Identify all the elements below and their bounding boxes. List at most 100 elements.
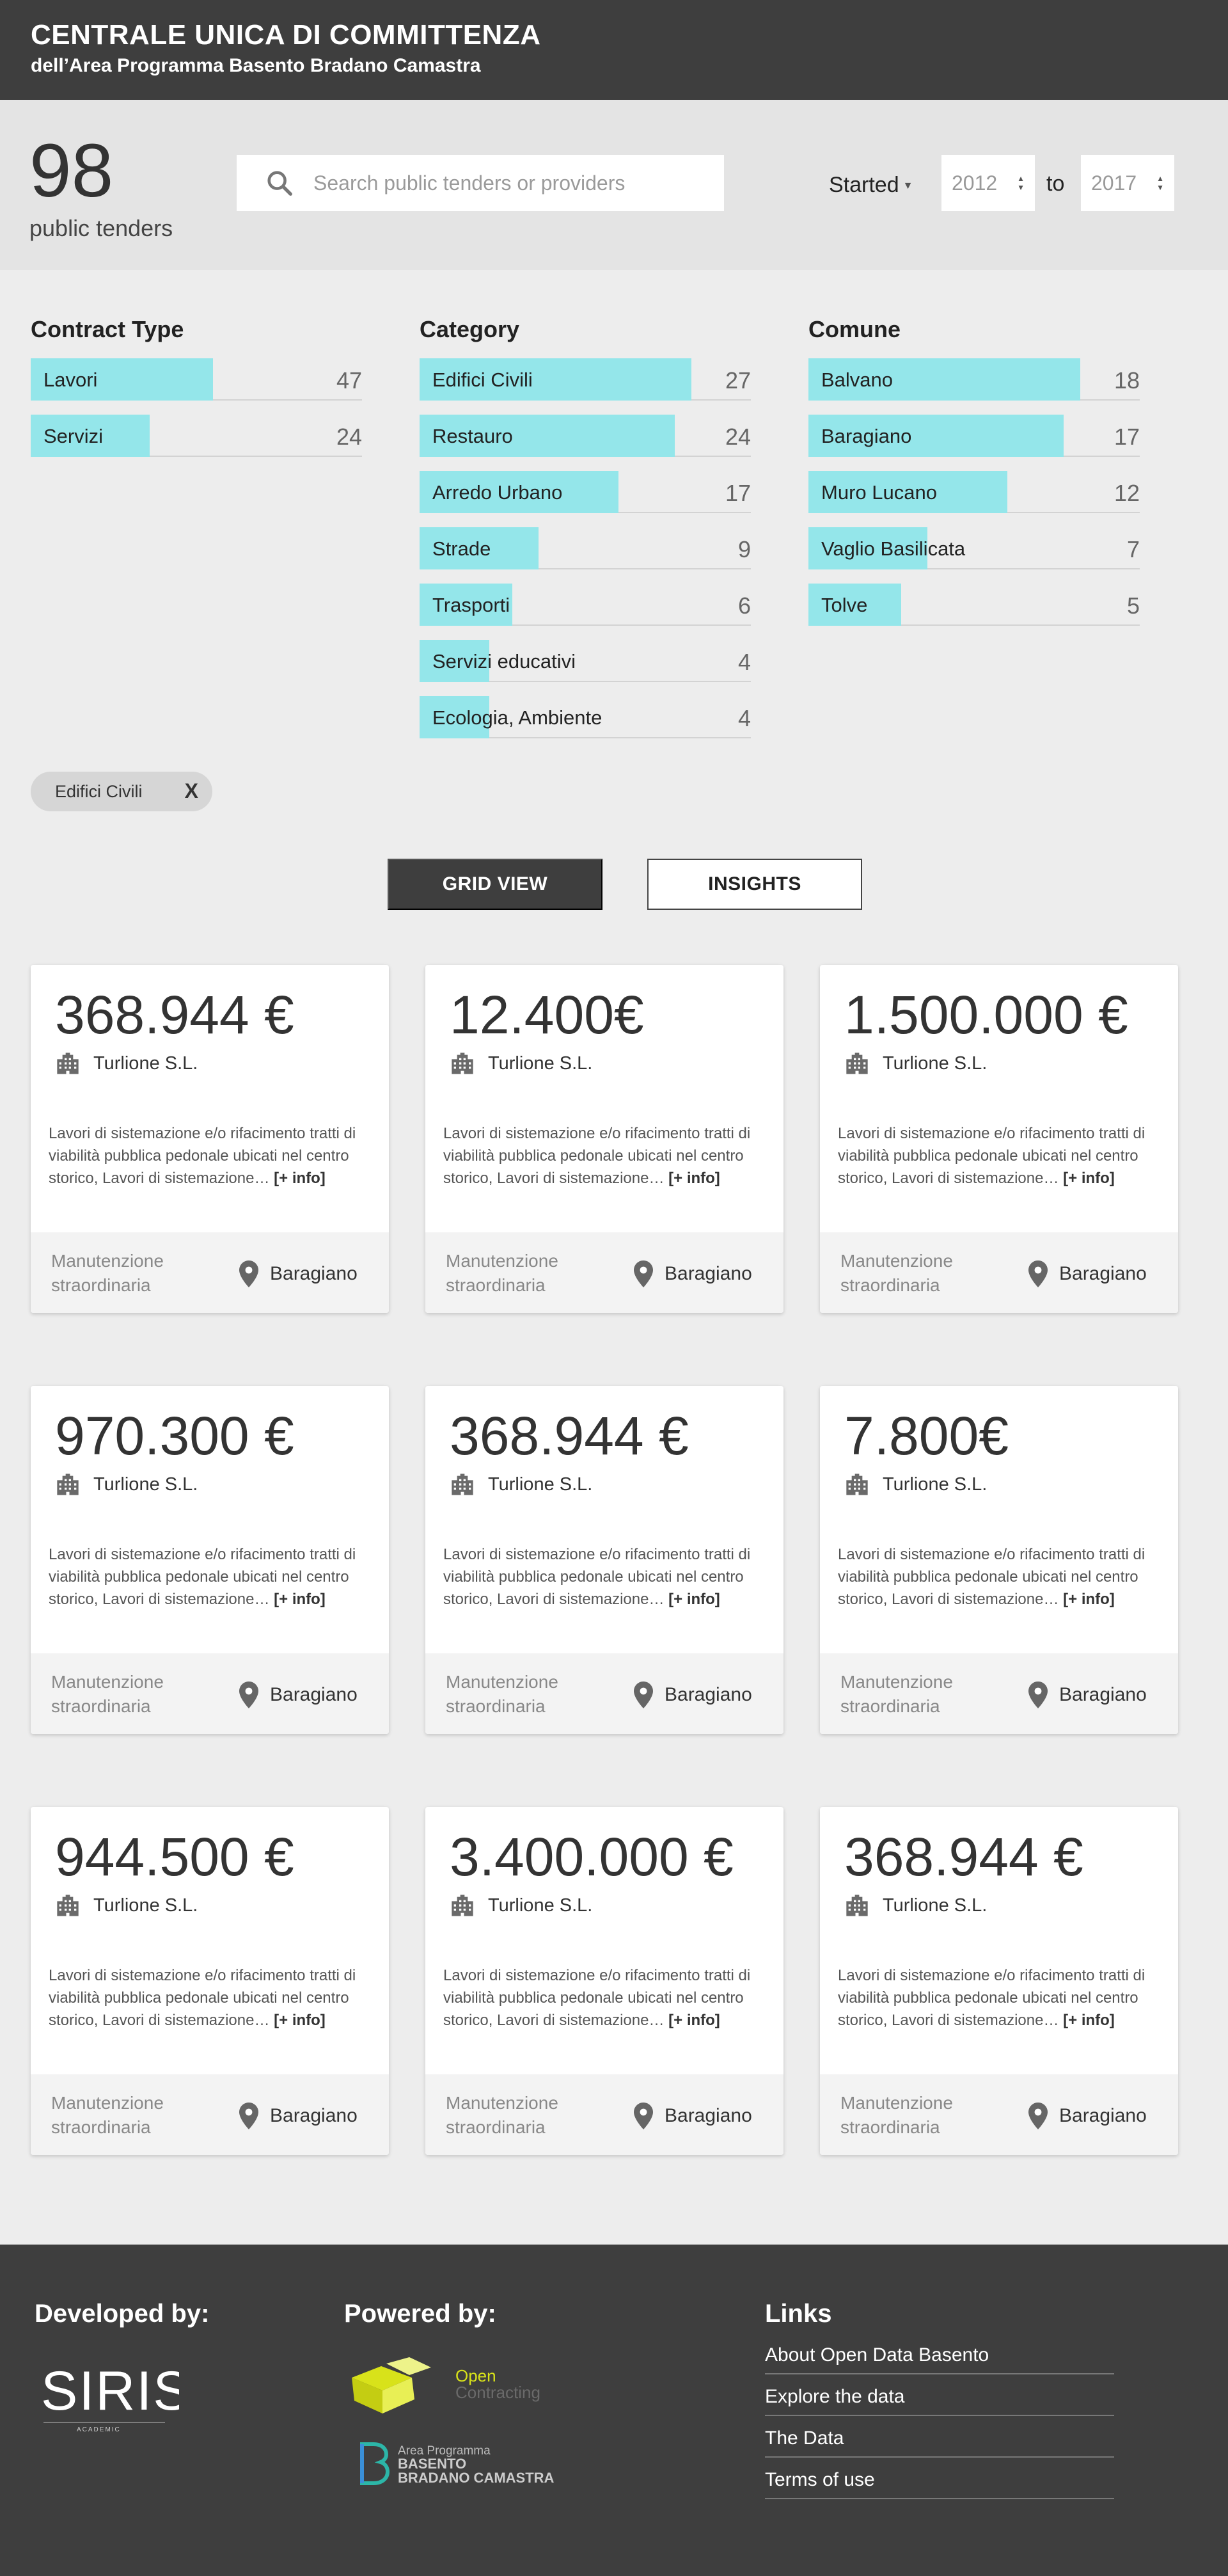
facet-option[interactable]: Arredo Urbano 17: [420, 471, 751, 513]
siris-logo[interactable]: SIRIS ACADEMIC: [38, 2360, 179, 2437]
tender-location: Baragiano: [634, 1260, 752, 1287]
facet-option-label: Servizi educativi: [432, 650, 576, 672]
tender-location: Baragiano: [634, 2103, 752, 2129]
facet-option-label: Vaglio Basilicata: [821, 537, 966, 560]
tender-amount: 368.944 €: [55, 985, 294, 1045]
search-input[interactable]: [313, 171, 697, 195]
building-icon: [452, 1474, 473, 1495]
card-footer: Manutenzione straordinaria Baragiano: [820, 1653, 1178, 1734]
provider: Turlione S.L.: [450, 1051, 592, 1076]
facet-option[interactable]: Lavori 47: [31, 358, 362, 401]
to-year-select[interactable]: 2017 ▲ ▼: [1081, 155, 1174, 211]
facet-category: Category Edifici Civili 27 Restauro 24 Arred…: [420, 316, 751, 752]
tender-amount: 3.400.000 €: [450, 1827, 734, 1887]
footer-link-explore[interactable]: Explore the data: [765, 2374, 1114, 2416]
insights-button[interactable]: INSIGHTS: [647, 859, 862, 910]
facet-option[interactable]: Edifici Civili 27: [420, 358, 751, 401]
location-pin-icon: [634, 2103, 653, 2129]
more-info-link[interactable]: [+ info]: [668, 1591, 720, 1608]
tender-card[interactable]: 3.400.000 € Turlione S.L. Lavori di sist…: [425, 1807, 783, 2155]
tender-location: Baragiano: [1028, 1682, 1147, 1708]
footer-link-about[interactable]: About Open Data Basento: [765, 2333, 1114, 2374]
stepper-arrows-icon: ▲ ▼: [1017, 174, 1025, 192]
more-info-link[interactable]: [+ info]: [274, 1170, 326, 1187]
facet-option-label: Muro Lucano: [821, 481, 937, 504]
remove-filter-button[interactable]: X: [185, 779, 198, 803]
tender-card[interactable]: 368.944 € Turlione S.L. Lavori di sistem…: [31, 965, 389, 1313]
provider-name: Turlione S.L.: [883, 1895, 988, 1916]
location-pin-icon: [239, 1682, 258, 1708]
more-info-link[interactable]: [+ info]: [1063, 1591, 1115, 1608]
location-name: Baragiano: [1059, 1684, 1147, 1705]
tender-amount: 368.944 €: [450, 1406, 689, 1466]
tender-location: Baragiano: [239, 2103, 358, 2129]
card-footer: Manutenzione straordinaria Baragiano: [820, 2074, 1178, 2155]
facet-option[interactable]: Servizi 24: [31, 415, 362, 457]
provider: Turlione S.L.: [844, 1893, 987, 1918]
more-info-link[interactable]: [+ info]: [1063, 1170, 1115, 1187]
more-info-link[interactable]: [+ info]: [668, 1170, 720, 1187]
facet-option[interactable]: Vaglio Basilicata 7: [808, 527, 1140, 569]
tender-card[interactable]: 1.500.000 € Turlione S.L. Lavori di sist…: [820, 965, 1178, 1313]
siris-logo-text: SIRIS: [41, 2360, 179, 2422]
developed-by-title: Developed by:: [35, 2300, 210, 2328]
more-info-link[interactable]: [+ info]: [274, 1591, 326, 1608]
card-footer: Manutenzione straordinaria Baragiano: [31, 1232, 389, 1313]
tender-description: Lavori di sistemazione e/o rifacimento t…: [838, 1964, 1164, 2031]
started-filter-dropdown[interactable]: Started ▼: [829, 173, 913, 198]
more-info-link[interactable]: [+ info]: [1063, 2012, 1115, 2029]
facet-option[interactable]: Baragiano 17: [808, 415, 1140, 457]
facet-option[interactable]: Trasporti 6: [420, 584, 751, 626]
facet-option-label: Arredo Urbano: [432, 481, 563, 504]
facet-option-count: 24: [725, 424, 751, 450]
tender-card[interactable]: 12.400€ Turlione S.L. Lavori di sistemaz…: [425, 965, 783, 1313]
tender-type: Manutenzione straordinaria: [840, 1251, 953, 1295]
footer-link-terms[interactable]: Terms of use: [765, 2458, 1114, 2499]
from-year-select[interactable]: 2012 ▲ ▼: [941, 155, 1035, 211]
from-year-value: 2012: [952, 171, 998, 195]
basento-bradano-camastra-logo[interactable]: Area Programma BASENTO BRADANO CAMASTRA: [359, 2440, 571, 2494]
location-name: Baragiano: [270, 1263, 358, 1284]
tender-description: Lavori di sistemazione e/o rifacimento t…: [443, 1964, 769, 2031]
more-info-link[interactable]: [+ info]: [274, 2012, 326, 2029]
grid-view-button[interactable]: GRID VIEW: [388, 859, 602, 910]
facet-option[interactable]: Strade 9: [420, 527, 751, 569]
facet-option[interactable]: Tolve 5: [808, 584, 1140, 626]
to-year-value: 2017: [1091, 171, 1137, 195]
facet-comune: Comune Balvano 18 Baragiano 17 Muro Lucano 12…: [808, 316, 1140, 640]
tender-location: Baragiano: [239, 1682, 358, 1708]
search-bar[interactable]: [237, 155, 724, 211]
facet-option[interactable]: Balvano 18: [808, 358, 1140, 401]
facet-option-count: 9: [737, 536, 751, 562]
more-info-link[interactable]: [+ info]: [668, 2012, 720, 2029]
facet-option-label: Edifici Civili: [432, 369, 533, 391]
building-icon: [846, 1053, 868, 1074]
card-footer: Manutenzione straordinaria Baragiano: [31, 1653, 389, 1734]
tender-card[interactable]: 944.500 € Turlione S.L. Lavori di sistem…: [31, 1807, 389, 2155]
building-icon: [57, 1053, 79, 1074]
tender-type: Manutenzione straordinaria: [51, 1251, 164, 1295]
tender-amount: 7.800€: [844, 1406, 1009, 1466]
facet-option[interactable]: Restauro 24: [420, 415, 751, 457]
tender-card[interactable]: 970.300 € Turlione S.L. Lavori di sistem…: [31, 1386, 389, 1734]
tender-description: Lavori di sistemazione e/o rifacimento t…: [443, 1543, 769, 1610]
tender-card[interactable]: 368.944 € Turlione S.L. Lavori di sistem…: [425, 1386, 783, 1734]
tender-card[interactable]: 368.944 € Turlione S.L. Lavori di sistem…: [820, 1807, 1178, 2155]
facet-option[interactable]: Muro Lucano 12: [808, 471, 1140, 513]
location-name: Baragiano: [1059, 2105, 1147, 2126]
facet-option[interactable]: Ecologia, Ambiente 4: [420, 696, 751, 738]
tender-card[interactable]: 7.800€ Turlione S.L. Lavori di sistemazi…: [820, 1386, 1178, 1734]
facet-option[interactable]: Servizi educativi 4: [420, 640, 751, 682]
to-label: to: [1046, 171, 1065, 196]
facet-option-count: 18: [1114, 367, 1140, 394]
facet-option-count: 4: [737, 705, 751, 731]
location-pin-icon: [634, 1260, 653, 1287]
tender-amount: 970.300 €: [55, 1406, 294, 1466]
tender-type: Manutenzione straordinaria: [840, 2093, 953, 2137]
footer-link-data[interactable]: The Data: [765, 2416, 1114, 2458]
provider: Turlione S.L.: [55, 1051, 198, 1076]
open-contracting-logo[interactable]: Open Contracting: [348, 2352, 565, 2422]
facet-option-label: Tolve: [821, 594, 868, 616]
location-name: Baragiano: [1059, 1263, 1147, 1284]
tender-location: Baragiano: [634, 1682, 752, 1708]
